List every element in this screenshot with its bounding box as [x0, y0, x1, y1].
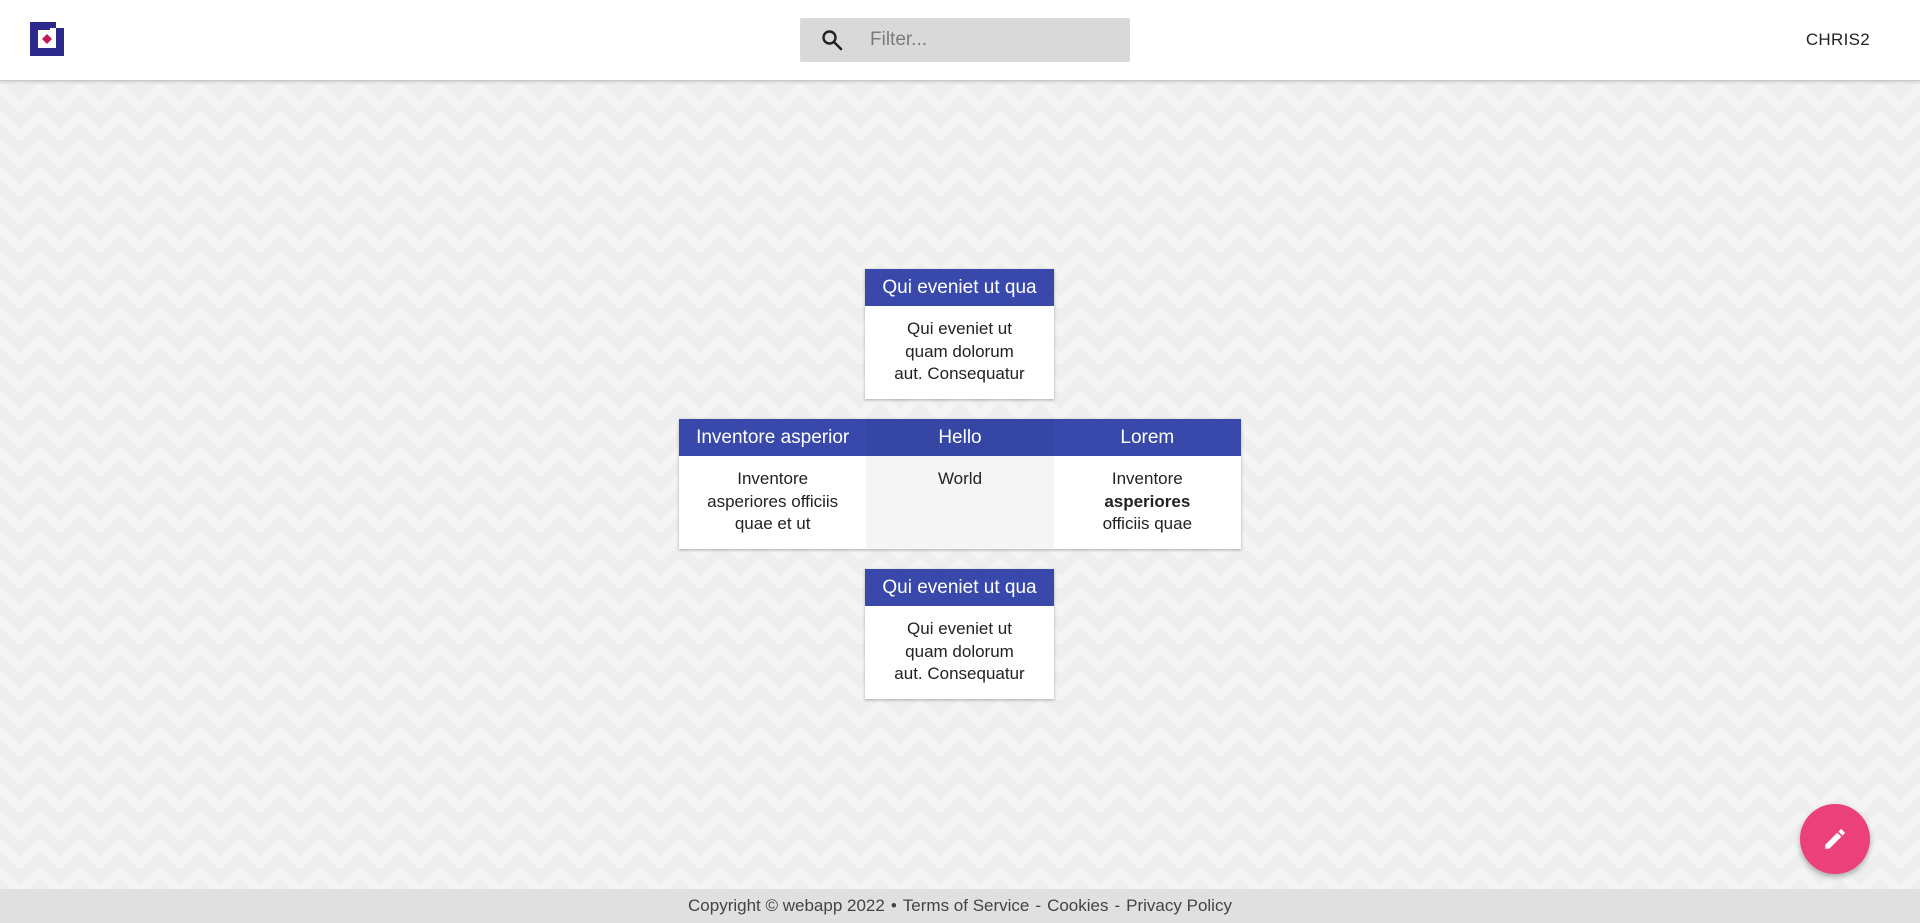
card-row: Inventore asperior Inventore asperiores …: [679, 419, 1241, 549]
edit-icon: [1825, 829, 1845, 849]
card-body: World: [866, 456, 1053, 491]
card-right[interactable]: Lorem Inventore asperiores officiis quae: [1053, 419, 1241, 549]
card-text-line: Qui eveniet ut: [907, 619, 1012, 638]
copyright-text: Copyright © webapp 2022: [688, 896, 885, 915]
card-left[interactable]: Inventore asperior Inventore asperiores …: [679, 419, 867, 549]
card-text-line: aut. Consequatur: [894, 664, 1025, 683]
card-text-line: Inventore: [1111, 469, 1183, 488]
card-middle[interactable]: Hello World: [866, 419, 1054, 549]
card-text-line: quae et ut: [734, 514, 811, 533]
card-text-line: Qui eveniet ut: [907, 319, 1012, 338]
logo-icon: [30, 22, 64, 56]
card-title: Qui eveniet ut qua: [865, 569, 1054, 606]
app-header: CHRIS2: [0, 0, 1920, 81]
search-icon: [820, 28, 844, 52]
user-menu[interactable]: CHRIS2: [1806, 30, 1870, 50]
card-body: Qui eveniet ut quam dolorum aut. Consequ…: [865, 606, 1054, 686]
card-text-line-bold: asperiores: [1104, 491, 1191, 511]
card-top[interactable]: Qui eveniet ut qua Qui eveniet ut quam d…: [865, 269, 1054, 399]
privacy-link[interactable]: Privacy Policy: [1126, 896, 1232, 916]
card-text-line: quam dolorum: [905, 341, 1014, 361]
card-body: Inventore asperiores officiis quae et ut: [679, 456, 866, 536]
card-title: Qui eveniet ut qua: [865, 269, 1054, 306]
edit-fab-button[interactable]: [1800, 804, 1870, 874]
card-text-line: asperiores officiis: [707, 491, 839, 511]
card-text-line: World: [937, 469, 983, 488]
search-box[interactable]: [800, 18, 1130, 62]
terms-link[interactable]: Terms of Service: [903, 896, 1030, 916]
search-input[interactable]: [870, 18, 1120, 62]
card-title: Inventore asperior: [679, 419, 867, 456]
card-text-line: aut. Consequatur: [894, 364, 1025, 383]
card-title: Lorem: [1053, 419, 1241, 456]
cookies-link[interactable]: Cookies: [1047, 896, 1108, 916]
footer-bullet: •: [890, 896, 897, 915]
card-body: Qui eveniet ut quam dolorum aut. Consequ…: [865, 306, 1054, 386]
card-text-line: Inventore: [737, 469, 809, 488]
card-body: Inventore asperiores officiis quae: [1054, 456, 1241, 536]
footer-separator: -: [1035, 896, 1042, 915]
footer-separator: -: [1114, 896, 1121, 915]
card-text-line: officiis quae: [1102, 514, 1193, 533]
card-bottom[interactable]: Qui eveniet ut qua Qui eveniet ut quam d…: [865, 569, 1054, 699]
card-title: Hello: [866, 419, 1054, 456]
app-footer: Copyright © webapp 2022 • Terms of Servi…: [0, 889, 1920, 923]
app-logo[interactable]: [30, 22, 64, 56]
card-text-line: quam dolorum: [905, 641, 1014, 661]
